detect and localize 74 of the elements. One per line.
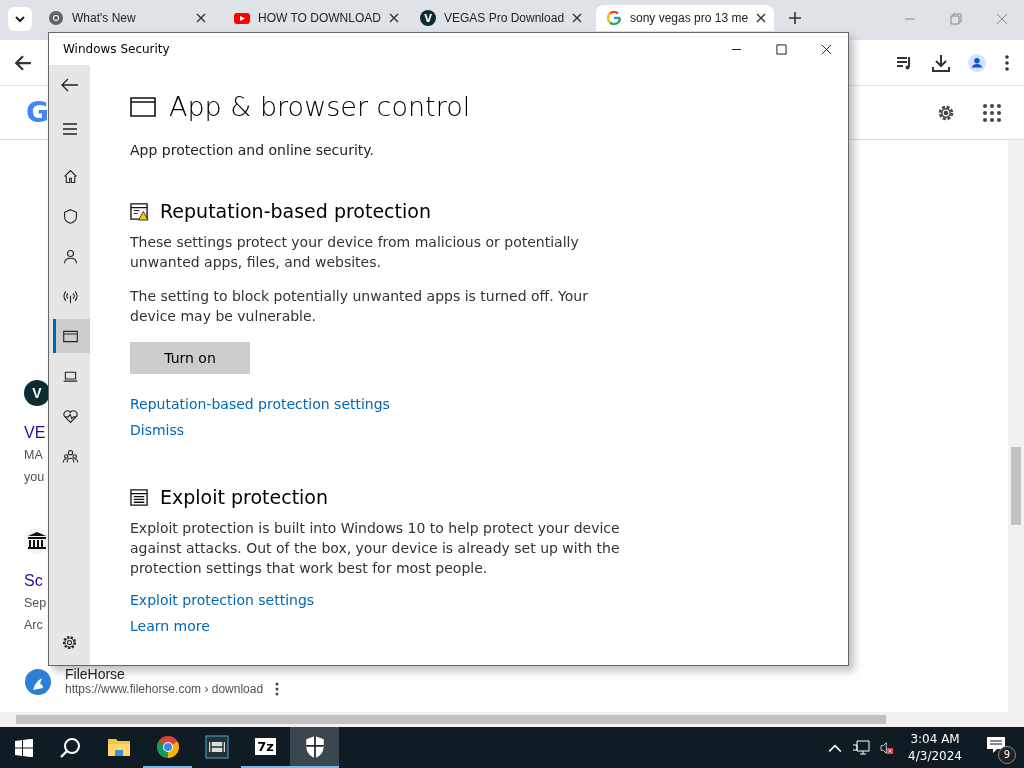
result-snippet: Sep <box>24 595 47 612</box>
nav-item[interactable] <box>53 319 90 353</box>
site-name: FileHorse <box>65 666 126 682</box>
windows-start-icon[interactable] <box>15 738 33 757</box>
turn-on-button[interactable]: Turn on <box>130 342 250 374</box>
result-snippet: MA <box>24 447 43 464</box>
section-text: Exploit protection is built into Windows 10 to help protect your device against attacks. Out of the box, your device is already set up with the protection settings that work best for most people. <box>130 519 621 578</box>
tab-title: What's New <box>72 11 137 25</box>
window-list-icon <box>130 487 149 507</box>
person-icon <box>61 247 79 265</box>
maximize-icon[interactable] <box>776 43 787 55</box>
apps-grid-icon[interactable] <box>982 102 1002 123</box>
close-icon[interactable] <box>572 13 583 23</box>
section-link[interactable]: Reputation-based protection settings <box>130 396 390 412</box>
site-logo: V <box>24 380 50 406</box>
tab-list-button[interactable] <box>8 7 32 31</box>
window-title: Windows Security <box>63 42 170 56</box>
section-link[interactable]: Dismiss <box>130 422 185 438</box>
page-subtitle: App protection and online security. <box>130 142 376 158</box>
result-snippet: you <box>24 469 45 486</box>
notifications-icon[interactable] <box>986 735 1006 754</box>
clock-time[interactable]: 3:04 AM <box>910 730 960 748</box>
heart-icon <box>61 407 79 425</box>
tab-title: HOW TO DOWNLOAD <box>258 11 381 25</box>
window-warning-icon <box>130 201 149 221</box>
browser-tab[interactable]: HOW TO DOWNLOAD <box>224 5 402 31</box>
section-link[interactable]: Learn more <box>130 618 210 634</box>
scrollbar[interactable] <box>0 712 1024 727</box>
close-icon[interactable] <box>821 43 832 55</box>
muted-speaker-icon[interactable] <box>880 741 895 754</box>
menu-icon[interactable] <box>1004 53 1010 72</box>
more-options-icon[interactable] <box>275 682 280 696</box>
profile-icon[interactable] <box>968 53 986 72</box>
site-logo: V <box>420 10 436 26</box>
result-title[interactable]: Sc <box>24 570 43 592</box>
people-icon <box>61 447 79 465</box>
chrome-icon <box>155 734 180 759</box>
settings-icon[interactable] <box>61 634 78 651</box>
browser-tab[interactable]: sony vegas pro 13 me <box>596 5 774 31</box>
scrollbar[interactable] <box>1008 140 1024 712</box>
browser-tab[interactable]: V VEGAS Pro Download <box>410 5 588 31</box>
caret-icon <box>14 13 26 25</box>
tab-title: sony vegas pro 13 me <box>630 11 749 25</box>
section-heading: Reputation-based protection <box>160 200 431 222</box>
result-snippet: Arc <box>24 617 43 634</box>
film-icon <box>204 734 229 759</box>
building-icon <box>24 528 50 554</box>
close-icon[interactable] <box>196 13 206 23</box>
video-play-icon <box>234 10 250 26</box>
section-text: These settings protect your device from malicious or potentially unwanted apps, files, and websites. <box>130 233 580 272</box>
page-title: App & browser control <box>169 91 471 122</box>
tab-title: VEGAS Pro Download <box>444 11 565 25</box>
site-url: https://www.filehorse.com › download <box>65 682 264 696</box>
close-icon[interactable] <box>756 13 767 23</box>
taskbar-app[interactable] <box>290 727 339 768</box>
new-tab-icon[interactable] <box>788 11 802 25</box>
download-icon[interactable] <box>932 53 950 72</box>
close-icon[interactable] <box>388 13 399 23</box>
notification-count: 9 <box>998 745 1016 764</box>
chrome-icon <box>48 10 64 26</box>
browser-tab[interactable]: What's New <box>38 5 216 31</box>
back-arrow-icon[interactable] <box>14 53 32 72</box>
google-icon <box>606 10 622 26</box>
section-link[interactable]: Exploit protection settings <box>130 592 315 608</box>
network-icon[interactable] <box>852 739 871 756</box>
section-heading: Exploit protection <box>160 486 329 508</box>
shield-icon <box>61 207 79 225</box>
search-icon[interactable] <box>59 736 81 759</box>
result-title[interactable]: VE <box>24 422 46 444</box>
section-text: The setting to block potentially unwanted apps is turned off. Your device may be vulnerable. <box>130 287 589 326</box>
browser-window-icon <box>130 96 156 117</box>
google-logo[interactable]: G <box>26 96 49 129</box>
clock-date[interactable]: 4/3/2024 <box>908 747 962 765</box>
horse-logo-icon <box>24 668 52 696</box>
